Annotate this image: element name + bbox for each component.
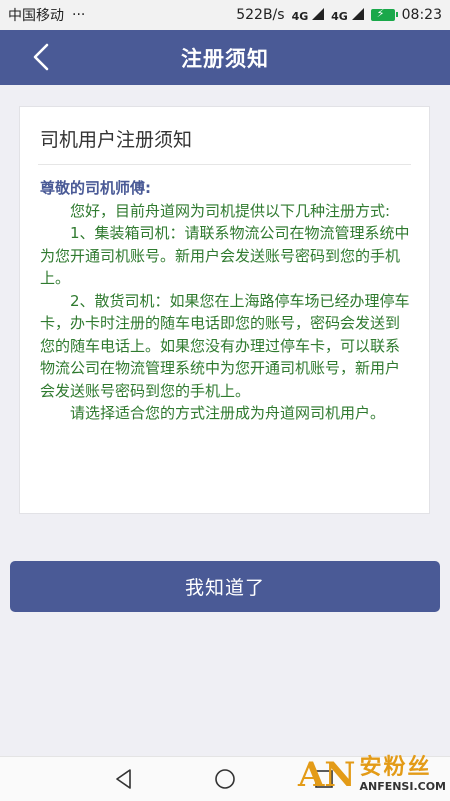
- card-title: 司机用户注册须知: [40, 129, 193, 151]
- greeting: 尊敬的司机师傅:: [40, 179, 151, 197]
- watermark-logo: AN 安粉丝 ANFENSI.COM: [298, 752, 446, 798]
- network-speed: 522B/s: [236, 7, 285, 23]
- divider: [38, 164, 411, 165]
- chevron-left-icon: [33, 43, 49, 71]
- confirm-button[interactable]: 我知道了: [10, 561, 440, 612]
- notice-paragraph-closing: 请选择适合您的方式注册成为舟道网司机用户。: [70, 404, 386, 422]
- watermark-en: ANFENSI.COM: [359, 780, 446, 793]
- watermark-cn: 安粉丝: [359, 755, 432, 780]
- notice-paragraph-container-driver: 1、集装箱司机：请联系物流公司在物流管理系统中为您开通司机账号。新用户会发送账号…: [40, 224, 410, 287]
- signal-4g-secondary-icon: 4G: [331, 8, 364, 22]
- more-notifications-icon: ···: [72, 7, 86, 23]
- home-circle-icon[interactable]: [213, 767, 237, 791]
- page-title: 注册须知: [181, 46, 269, 71]
- signal-4g-icon: 4G: [292, 8, 325, 22]
- notice-card: 司机用户注册须知 尊敬的司机师傅: 您好，目前舟道网为司机提供以下几种注册方式:…: [19, 106, 430, 514]
- battery-charging-icon: ⚡: [370, 7, 398, 21]
- notice-body: 尊敬的司机师傅: 您好，目前舟道网为司机提供以下几种注册方式: 1、集装箱司机：…: [40, 177, 410, 425]
- notice-paragraph-intro: 您好，目前舟道网为司机提供以下几种注册方式:: [70, 201, 391, 220]
- status-bar: 中国移动 ··· 522B/s 4G 4G ⚡ 08:23: [0, 0, 450, 30]
- back-button[interactable]: [22, 38, 60, 76]
- notice-paragraph-bulk-driver: 2、散货司机：如果您在上海路停车场已经办理停车卡，办卡时注册的随车电话即您的账号…: [40, 291, 410, 400]
- clock: 08:23: [401, 7, 442, 23]
- nav-bar: 注册须知: [0, 30, 450, 85]
- back-triangle-icon[interactable]: [112, 767, 136, 791]
- carrier-label: 中国移动: [8, 8, 64, 24]
- watermark-an-logo: AN: [298, 755, 356, 795]
